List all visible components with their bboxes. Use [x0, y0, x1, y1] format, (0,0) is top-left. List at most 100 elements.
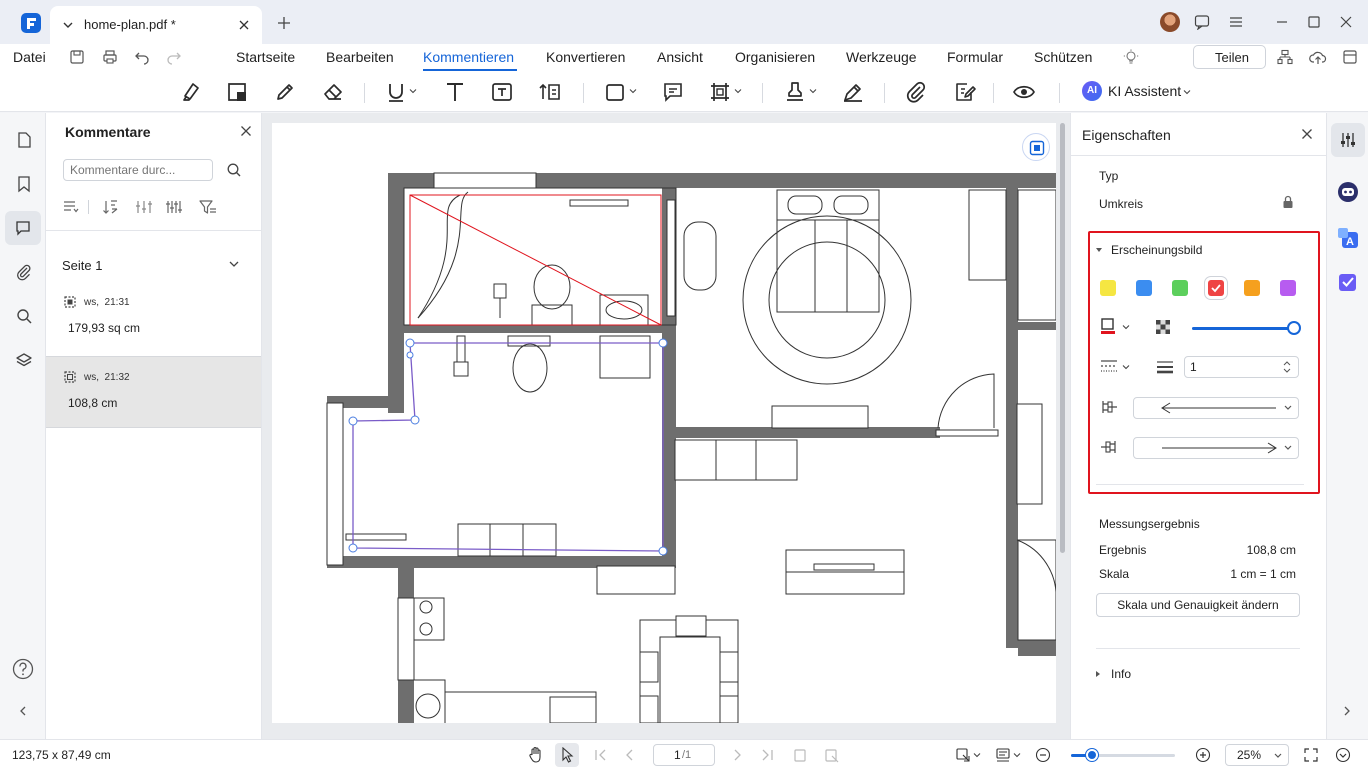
underline-icon[interactable] — [384, 80, 408, 104]
page-fit-button[interactable] — [1022, 133, 1050, 161]
chevron-down-icon[interactable] — [809, 87, 817, 95]
search-icon[interactable] — [226, 162, 242, 178]
filter-date-icon[interactable] — [165, 198, 183, 216]
ai-bot-icon[interactable] — [1337, 181, 1359, 203]
rotate-page-icon[interactable] — [792, 747, 808, 763]
color-swatch[interactable] — [1280, 280, 1296, 296]
menu-datei[interactable]: Datei — [13, 49, 46, 65]
menu-kommentieren[interactable]: Kommentieren — [423, 49, 514, 65]
save-icon[interactable] — [69, 49, 85, 65]
extract-page-icon[interactable] — [824, 747, 840, 763]
chevron-down-icon[interactable] — [973, 751, 981, 759]
zoom-select[interactable]: 25% — [1225, 744, 1289, 766]
menu-konvertieren[interactable]: Konvertieren — [546, 49, 625, 65]
opacity-slider[interactable] — [1192, 321, 1301, 335]
color-swatch[interactable] — [1100, 280, 1116, 296]
chevron-left-icon[interactable] — [18, 705, 28, 717]
color-swatch[interactable] — [1136, 280, 1152, 296]
hand-tool-icon[interactable] — [528, 746, 544, 764]
new-tab-icon[interactable] — [277, 16, 291, 30]
feedback-icon[interactable] — [1194, 14, 1210, 30]
chevron-down-icon[interactable] — [1013, 751, 1021, 759]
form-edit-icon[interactable] — [953, 80, 977, 104]
document-tab[interactable]: home-plan.pdf * — [50, 6, 262, 44]
sticky-note-icon[interactable] — [225, 80, 249, 104]
previous-page-icon[interactable] — [624, 749, 636, 761]
selection-mode-icon[interactable] — [955, 747, 971, 763]
comment-item-selected[interactable]: ws, 21:32 108,8 cm — [46, 356, 261, 428]
comments-search-input[interactable] — [63, 159, 213, 181]
print-icon[interactable] — [102, 49, 118, 65]
comment-icon[interactable] — [661, 80, 685, 104]
minimize-icon[interactable] — [1274, 14, 1290, 30]
color-swatch[interactable] — [1244, 280, 1260, 296]
chevron-down-icon[interactable] — [409, 87, 417, 95]
pdf-page[interactable] — [272, 123, 1056, 723]
undo-icon[interactable] — [134, 49, 150, 65]
pages-icon[interactable] — [15, 131, 33, 149]
attachment-icon[interactable] — [904, 80, 928, 104]
maximize-icon[interactable] — [1306, 14, 1322, 30]
close-icon[interactable] — [1301, 128, 1313, 140]
eye-icon[interactable] — [1012, 80, 1036, 104]
menu-formular[interactable]: Formular — [947, 49, 1003, 65]
chevron-down-icon[interactable] — [629, 87, 637, 95]
menu-werkzeuge[interactable]: Werkzeuge — [846, 49, 917, 65]
bookmark-icon[interactable] — [15, 175, 33, 193]
zoom-slider-thumb[interactable] — [1085, 749, 1098, 761]
zoom-slider[interactable] — [1071, 749, 1175, 761]
line-width-input[interactable]: 1 — [1184, 356, 1299, 378]
comment-item[interactable]: ws, 21:31 179,93 sq cm — [46, 283, 261, 355]
chevron-down-icon[interactable] — [62, 19, 74, 31]
menu-organisieren[interactable]: Organisieren — [735, 49, 815, 65]
chevron-down-icon[interactable] — [734, 87, 742, 95]
highlight-icon[interactable] — [178, 80, 202, 104]
page-number-input[interactable]: 1 /1 — [653, 744, 715, 766]
search-icon[interactable] — [15, 307, 33, 325]
lightbulb-icon[interactable] — [1123, 49, 1139, 65]
caret-right-icon[interactable] — [1094, 670, 1102, 678]
filter-author-icon[interactable] — [135, 198, 153, 216]
close-window-icon[interactable] — [1338, 14, 1354, 30]
share-button[interactable]: Teilen — [1193, 45, 1266, 69]
chevron-down-icon[interactable] — [228, 258, 240, 270]
redo-icon[interactable] — [166, 49, 182, 65]
translate-icon[interactable]: A — [1337, 227, 1359, 249]
menu-ansicht[interactable]: Ansicht — [657, 49, 703, 65]
eraser-icon[interactable] — [321, 80, 345, 104]
close-tab-icon[interactable] — [238, 19, 250, 31]
line-start-select[interactable] — [1133, 397, 1299, 419]
text-tool-icon[interactable] — [443, 80, 467, 104]
expand-panel-icon[interactable] — [1335, 747, 1351, 763]
opacity-slider-thumb[interactable] — [1287, 321, 1301, 335]
attachment-icon[interactable] — [15, 263, 33, 281]
help-icon[interactable] — [12, 658, 34, 680]
textbox-icon[interactable] — [490, 80, 514, 104]
chevron-right-icon[interactable] — [1342, 705, 1352, 717]
task-check-icon[interactable] — [1337, 271, 1359, 293]
scale-accuracy-button[interactable]: Skala und Genauigkeit ändern — [1096, 593, 1300, 617]
next-page-icon[interactable] — [731, 749, 743, 761]
panel-toggle-icon[interactable] — [1342, 49, 1358, 65]
line-end-select[interactable] — [1133, 437, 1299, 459]
zoom-in-icon[interactable] — [1195, 747, 1211, 763]
expand-all-icon[interactable] — [62, 198, 80, 216]
color-swatch[interactable] — [1208, 280, 1224, 296]
floor-plan-drawing[interactable] — [272, 123, 1056, 723]
select-tool-button[interactable] — [555, 743, 579, 767]
zoom-out-icon[interactable] — [1035, 747, 1051, 763]
ai-assistant-button[interactable]: AI KI Assistent — [1082, 80, 1192, 104]
signature-icon[interactable] — [841, 80, 865, 104]
menu-bearbeiten[interactable]: Bearbeiten — [326, 49, 394, 65]
menu-startseite[interactable]: Startseite — [236, 49, 295, 65]
close-icon[interactable] — [240, 125, 252, 137]
cloud-upload-icon[interactable] — [1309, 49, 1327, 65]
fullscreen-icon[interactable] — [1303, 747, 1319, 763]
line-style-button[interactable] — [1100, 359, 1132, 375]
layers-icon[interactable] — [15, 351, 33, 369]
properties-rail-item[interactable] — [1331, 123, 1365, 157]
stepper-icon[interactable] — [1282, 360, 1292, 374]
lock-icon[interactable] — [1281, 195, 1295, 209]
comments-rail-item[interactable] — [5, 211, 41, 245]
sort-icon[interactable] — [102, 198, 120, 216]
